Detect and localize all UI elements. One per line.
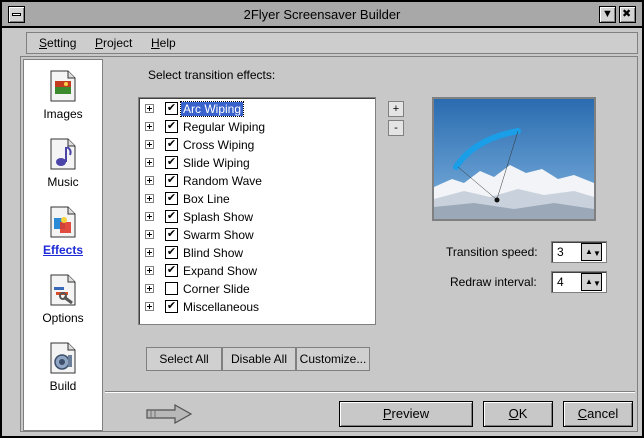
redraw-interval-spinner[interactable]: ▲ ▼ (581, 273, 602, 291)
expand-icon[interactable] (145, 302, 154, 311)
list-item[interactable]: ✔ Blind Show (145, 244, 373, 262)
sidebar-item-label: Build (49, 379, 77, 393)
sidebar-item-images[interactable]: Images (24, 66, 102, 132)
expand-icon[interactable] (145, 284, 154, 293)
redraw-interval-label: Redraw interval: (450, 275, 537, 289)
sidebar-item-label: Effects (42, 243, 83, 257)
menu-help[interactable]: Help (151, 36, 176, 50)
preview-button[interactable]: Preview (339, 401, 473, 427)
effect-label: Expand Show (183, 264, 258, 278)
effects-list[interactable]: ✔ Arc Wiping ✔ Regular Wiping ✔ Cross Wi… (138, 97, 376, 325)
menu-project[interactable]: Project (95, 36, 132, 50)
list-item[interactable]: ✔ Splash Show (145, 208, 373, 226)
effect-checkbox[interactable]: ✔ (165, 228, 178, 241)
cancel-button[interactable]: Cancel (563, 401, 633, 427)
window-title: 2Flyer Screensaver Builder (243, 7, 401, 22)
effect-label: Box Line (183, 192, 230, 206)
list-item[interactable]: Corner Slide (145, 280, 373, 298)
expand-icon[interactable] (145, 140, 154, 149)
sidebar-item-label: Options (42, 311, 84, 325)
customize-button[interactable]: Customize... (296, 347, 370, 371)
effect-checkbox[interactable]: ✔ (165, 174, 178, 187)
content-area: Images Music Effects Options Build Selec… (20, 56, 638, 432)
disable-all-button[interactable]: Disable All (222, 347, 296, 371)
sidebar-item-label: Music (47, 175, 79, 189)
effect-label: Blind Show (183, 246, 244, 260)
effect-checkbox[interactable] (165, 282, 178, 295)
expand-icon[interactable] (145, 194, 154, 203)
list-item[interactable]: ✔ Expand Show (145, 262, 373, 280)
expand-icon[interactable] (145, 248, 154, 257)
list-item[interactable]: ✔ Regular Wiping (145, 118, 373, 136)
effects-icon (50, 206, 76, 238)
footer-divider (105, 391, 635, 393)
effect-checkbox[interactable]: ✔ (165, 300, 178, 313)
sidebar-item-options[interactable]: Options (24, 270, 102, 336)
list-item[interactable]: ✔ Miscellaneous (145, 298, 373, 316)
expand-icon[interactable] (145, 104, 154, 113)
menu-bar: Setting Project Help (26, 32, 638, 54)
effect-checkbox[interactable]: ✔ (165, 156, 178, 169)
effect-label: Regular Wiping (183, 120, 266, 134)
effect-checkbox[interactable]: ✔ (165, 264, 178, 277)
expand-all-button[interactable]: + (388, 101, 404, 117)
effect-checkbox[interactable]: ✔ (165, 246, 178, 259)
list-item[interactable]: ✔ Arc Wiping (145, 100, 373, 118)
sidebar-item-build[interactable]: Build (24, 338, 102, 404)
transition-speed-label: Transition speed: (446, 245, 538, 259)
expand-icon[interactable] (145, 212, 154, 221)
list-item[interactable]: ✔ Random Wave (145, 172, 373, 190)
title-bar[interactable]: 2Flyer Screensaver Builder ▼ ✖ (2, 2, 642, 28)
expand-icon[interactable] (145, 230, 154, 239)
close-button[interactable]: ✖ (619, 6, 636, 23)
effect-checkbox[interactable]: ✔ (165, 102, 178, 115)
preview-image (432, 97, 596, 221)
effect-label: Splash Show (183, 210, 254, 224)
list-item[interactable]: ✔ Swarm Show (145, 226, 373, 244)
effect-label: Corner Slide (183, 282, 250, 296)
sidebar: Images Music Effects Options Build (23, 59, 103, 431)
minimize-button[interactable]: ▼ (599, 6, 616, 23)
effect-checkbox[interactable]: ✔ (165, 210, 178, 223)
sidebar-item-label: Images (43, 107, 83, 121)
close-icon: ✖ (622, 8, 632, 20)
effect-checkbox[interactable]: ✔ (165, 138, 178, 151)
spin-up-icon[interactable]: ▲ (585, 278, 593, 286)
transition-speed-spinner[interactable]: ▲ ▼ (581, 243, 602, 261)
list-item[interactable]: ✔ Slide Wiping (145, 154, 373, 172)
expand-icon[interactable] (145, 176, 154, 185)
effect-label: Random Wave (183, 174, 262, 188)
select-all-button[interactable]: Select All (146, 347, 222, 371)
collapse-all-button[interactable]: - (388, 120, 404, 136)
music-icon (50, 138, 76, 170)
effect-label: Swarm Show (183, 228, 254, 242)
expand-icon[interactable] (145, 266, 154, 275)
arrow-right-icon (146, 403, 193, 425)
effect-checkbox[interactable]: ✔ (165, 192, 178, 205)
chevron-down-icon: ▼ (602, 8, 613, 20)
expand-icon[interactable] (145, 158, 154, 167)
spin-down-icon[interactable]: ▼ (593, 250, 601, 258)
images-icon (50, 70, 76, 102)
list-item[interactable]: ✔ Cross Wiping (145, 136, 373, 154)
spin-down-icon[interactable]: ▼ (593, 280, 601, 288)
section-label: Select transition effects: (148, 68, 276, 82)
effect-checkbox[interactable]: ✔ (165, 120, 178, 133)
effect-label: Cross Wiping (183, 138, 255, 152)
expand-icon[interactable] (145, 122, 154, 131)
effect-label: Arc Wiping (179, 101, 245, 117)
ok-button[interactable]: OK (483, 401, 553, 427)
sidebar-item-effects[interactable]: Effects (24, 202, 102, 268)
options-icon (50, 274, 76, 306)
paraglider-photo (434, 99, 594, 219)
build-icon (50, 342, 76, 374)
spin-up-icon[interactable]: ▲ (585, 248, 593, 256)
sidebar-item-music[interactable]: Music (24, 134, 102, 200)
effect-label: Miscellaneous (183, 300, 260, 314)
menu-setting[interactable]: Setting (39, 36, 76, 50)
main-window: 2Flyer Screensaver Builder ▼ ✖ Setting P… (0, 0, 644, 438)
list-item[interactable]: ✔ Box Line (145, 190, 373, 208)
effects-panel: Select transition effects: ✔ Arc Wiping … (105, 59, 635, 391)
effect-label: Slide Wiping (183, 156, 250, 170)
